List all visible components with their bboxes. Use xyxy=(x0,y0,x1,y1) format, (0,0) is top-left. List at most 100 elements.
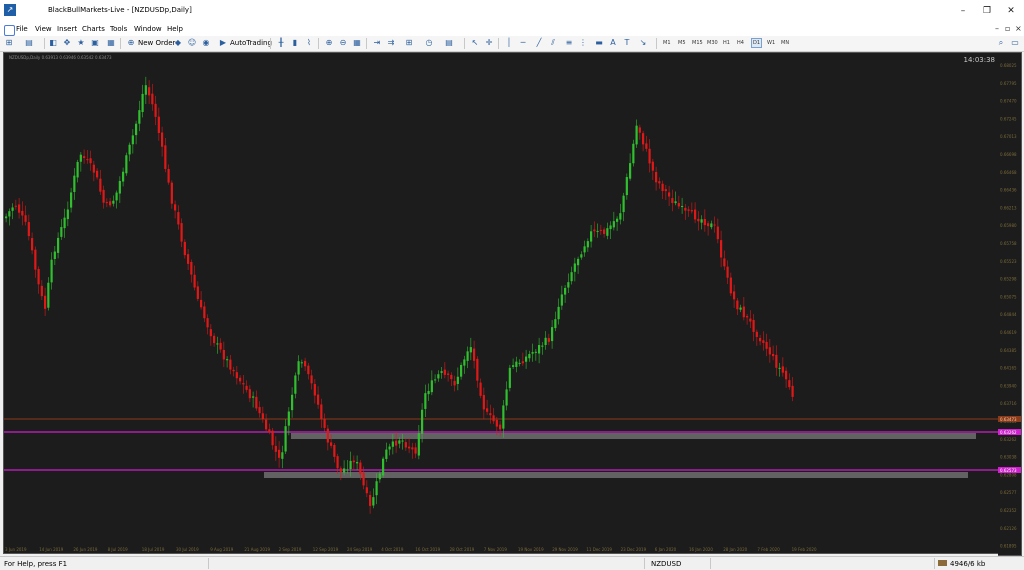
price-tick-label: 0.63940 xyxy=(1000,383,1017,388)
bear-candle xyxy=(157,116,160,134)
new-order-icon[interactable]: ⊕ xyxy=(126,38,136,48)
timeframe-m30[interactable]: M30 xyxy=(706,39,719,47)
timeframe-m15[interactable]: M15 xyxy=(691,39,704,47)
menu-insert[interactable]: Insert xyxy=(57,25,77,33)
mdi-close-button[interactable]: × xyxy=(1015,24,1022,33)
profiles-icon[interactable]: ▤ xyxy=(24,38,34,48)
bear-candle xyxy=(716,226,719,240)
trendline-icon[interactable]: ╱ xyxy=(534,38,544,48)
date-tick-label: 9 Aug 2019 xyxy=(210,547,234,552)
text-label-icon[interactable]: T xyxy=(622,38,632,48)
zoom-out-icon[interactable]: ⊖ xyxy=(338,38,348,48)
vertical-line-icon[interactable]: │ xyxy=(504,38,514,48)
mdi-restore-button[interactable]: ▫ xyxy=(1005,24,1010,33)
chart-window-icon[interactable] xyxy=(4,25,15,36)
bear-candle xyxy=(687,209,690,211)
bear-candle xyxy=(489,413,492,416)
date-tick-label: 16 Jan 2020 xyxy=(689,547,713,552)
signals-icon[interactable]: ◉ xyxy=(201,38,211,48)
autotrading-icon[interactable]: ▶ xyxy=(218,38,228,48)
candlestick-icon[interactable]: ▮ xyxy=(290,38,300,48)
bull-candle xyxy=(466,351,469,361)
crosshair-icon[interactable]: ✛ xyxy=(484,38,494,48)
menu-file[interactable]: File xyxy=(16,25,28,33)
menu-tools[interactable]: Tools xyxy=(110,25,127,33)
timeframe-h1[interactable]: H1 xyxy=(722,39,731,47)
minimize-button[interactable]: – xyxy=(952,4,974,18)
bear-candle xyxy=(411,447,414,450)
gann-icon[interactable]: ⋮ xyxy=(578,38,588,48)
timeframe-m1[interactable]: M1 xyxy=(662,39,672,47)
date-tick-label: 26 Jun 2019 xyxy=(73,547,98,552)
menu-charts[interactable]: Charts xyxy=(82,25,105,33)
bull-candle xyxy=(460,364,463,377)
cursor-icon[interactable]: ↖ xyxy=(470,38,480,48)
menu-window[interactable]: Window xyxy=(134,25,162,33)
line-chart-icon[interactable]: ⌇ xyxy=(304,38,314,48)
metaeditor-icon[interactable]: ◆ xyxy=(173,38,183,48)
connection-status-icon xyxy=(938,560,947,566)
maximize-button[interactable]: ❐ xyxy=(976,4,998,18)
bull-candle xyxy=(398,440,401,444)
label-icon[interactable]: ▬ xyxy=(594,38,604,48)
bear-candle xyxy=(34,249,37,270)
candlestick-plot[interactable] xyxy=(4,53,999,553)
price-tick-label: 0.65075 xyxy=(1000,294,1017,299)
date-tick-label: 16 Oct 2019 xyxy=(415,547,440,552)
price-tick-label: 0.61895 xyxy=(1000,544,1017,549)
bear-candle xyxy=(187,254,190,264)
channel-icon[interactable]: ⫽ xyxy=(548,38,558,48)
bull-candle xyxy=(226,359,229,361)
market-watch-icon[interactable]: ◧ xyxy=(48,38,58,48)
new-chart-icon[interactable]: ⊞ xyxy=(4,38,14,48)
bear-candle xyxy=(703,219,706,226)
bear-candle xyxy=(102,189,105,203)
price-tick-label: 0.63262 xyxy=(1000,437,1017,442)
text-icon[interactable]: A xyxy=(608,38,618,48)
templates-icon[interactable]: ▤ xyxy=(444,38,454,48)
bear-candle xyxy=(44,295,47,309)
autotrading-button[interactable]: AutoTrading xyxy=(230,39,272,47)
periods-icon[interactable]: ◷ xyxy=(424,38,434,48)
fibonacci-icon[interactable]: ≡ xyxy=(564,38,574,48)
bear-candle xyxy=(333,444,336,457)
bear-candle xyxy=(772,354,775,357)
bear-candle xyxy=(492,415,495,422)
menu-help[interactable]: Help xyxy=(167,25,183,33)
bull-candle xyxy=(141,93,144,113)
indicators-icon[interactable]: ⊞ xyxy=(404,38,414,48)
chat-icon[interactable]: ☺ xyxy=(187,38,197,48)
bull-candle xyxy=(70,192,73,208)
chart-shift-icon[interactable]: ⇥ xyxy=(372,38,382,48)
data-window-icon[interactable]: ✥ xyxy=(62,38,72,48)
mdi-minimize-button[interactable]: – xyxy=(995,24,999,33)
bear-candle xyxy=(733,291,736,300)
menu-view[interactable]: View xyxy=(35,25,52,33)
arrows-icon[interactable]: ↘ xyxy=(638,38,648,48)
search-icon[interactable]: ⌕ xyxy=(996,38,1006,48)
timeframe-w1[interactable]: W1 xyxy=(766,39,776,47)
timeframe-d1[interactable]: D1 xyxy=(751,38,763,48)
tile-windows-icon[interactable]: ▦ xyxy=(352,38,362,48)
close-button[interactable]: ✕ xyxy=(1000,4,1022,18)
bull-candle xyxy=(57,237,60,253)
terminal-icon[interactable]: ▣ xyxy=(90,38,100,48)
bull-candle xyxy=(300,362,303,364)
bull-candle xyxy=(138,110,141,124)
bull-candle xyxy=(421,409,424,434)
bar-chart-icon[interactable]: ╫ xyxy=(276,38,286,48)
horizontal-line-icon[interactable]: ─ xyxy=(518,38,528,48)
zoom-in-icon[interactable]: ⊕ xyxy=(324,38,334,48)
bull-candle xyxy=(606,228,609,236)
chat-bubble-icon[interactable]: ▭ xyxy=(1010,38,1020,48)
bear-candle xyxy=(190,261,193,275)
timeframe-mn[interactable]: MN xyxy=(780,39,790,47)
price-chart[interactable]: NZDUSDp,Daily 0.63913 0.63946 0.63542 0.… xyxy=(3,52,1000,554)
autoscroll-icon[interactable]: ⇉ xyxy=(386,38,396,48)
strategy-tester-icon[interactable]: ▦ xyxy=(106,38,116,48)
timeframe-m5[interactable]: M5 xyxy=(677,39,687,47)
navigator-icon[interactable]: ★ xyxy=(76,38,86,48)
bear-candle xyxy=(697,218,700,222)
timeframe-h4[interactable]: H4 xyxy=(736,39,745,47)
new-order-button[interactable]: New Order xyxy=(138,39,175,47)
